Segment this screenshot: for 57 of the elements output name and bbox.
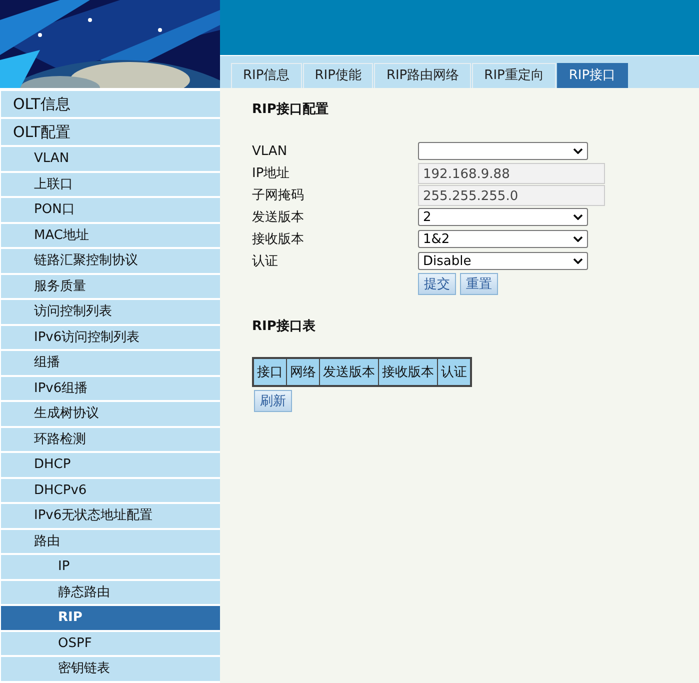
tab[interactable]: RIP接口	[556, 63, 628, 88]
form-button[interactable]: 重置	[460, 273, 498, 295]
sidebar-item[interactable]: 服务质量	[1, 274, 220, 298]
dropdown[interactable]: Disable	[418, 252, 588, 270]
section-title: RIP接口配置	[252, 100, 330, 118]
sidebar-item[interactable]: 密钥链表	[1, 657, 220, 680]
sidebar-item[interactable]: IPv6访问控制列表	[1, 326, 220, 349]
tab[interactable]: RIP重定向	[472, 63, 556, 88]
dropdown-value: Disable	[423, 254, 472, 268]
chevron-icon	[573, 214, 583, 220]
sidebar-item[interactable]: OSPF	[1, 632, 220, 655]
field-label: VLAN	[252, 144, 288, 158]
sidebar-item[interactable]: RIP	[1, 606, 220, 630]
sidebar-item[interactable]: 生成树协议	[1, 402, 220, 426]
field-label: 接收版本	[252, 231, 305, 248]
sidebar-item[interactable]: OLT配置	[1, 119, 220, 145]
sidebar-item[interactable]: MAC地址	[1, 224, 220, 247]
sidebar-item[interactable]: 路由	[1, 530, 220, 553]
sidebar-item[interactable]: IPv6组播	[1, 376, 220, 400]
input-field[interactable]: 255.255.255.0	[418, 184, 605, 206]
sidebar-item[interactable]: PON口	[1, 198, 220, 222]
column-header: 接收版本	[378, 358, 438, 386]
field-label: 认证	[252, 253, 279, 270]
dropdown[interactable]	[418, 142, 588, 160]
sidebar-item[interactable]: 链路汇聚控制协议	[1, 249, 220, 272]
field-label: 发送版本	[252, 209, 305, 226]
sidebar-item[interactable]: 上联口	[1, 172, 220, 196]
chevron-icon	[573, 236, 583, 242]
dropdown-value: 2	[423, 210, 432, 224]
tab[interactable]: RIP使能	[302, 63, 374, 88]
sidebar-item[interactable]: OLT信息	[1, 91, 220, 117]
dropdown[interactable]: 2	[418, 208, 588, 226]
chevron-icon	[573, 258, 583, 264]
tab[interactable]: RIP路由网络	[374, 63, 472, 88]
sidebar-item[interactable]: DHCPv6	[1, 478, 220, 502]
column-header: 认证	[438, 358, 471, 386]
input-field[interactable]: 192.168.9.88	[418, 162, 605, 184]
refresh-button[interactable]: 刷新	[254, 390, 292, 412]
sidebar-item[interactable]: VLAN	[1, 147, 220, 170]
column-header: 接口	[253, 358, 286, 386]
dropdown-value: 1&2	[423, 232, 450, 246]
sidebar-item[interactable]: 静态路由	[1, 580, 220, 604]
field-label: 子网掩码	[252, 187, 305, 204]
tab[interactable]: RIP信息	[231, 63, 302, 88]
sidebar-item[interactable]: 环路检测	[1, 428, 220, 451]
dropdown[interactable]: 1&2	[418, 230, 588, 248]
sidebar-item[interactable]: IP	[1, 555, 220, 578]
form-button[interactable]: 提交	[418, 273, 456, 295]
column-header: 发送版本	[320, 358, 378, 386]
chevron-icon	[573, 148, 583, 154]
sidebar-item[interactable]: 组播	[1, 351, 220, 374]
sidebar-item[interactable]: 访问控制列表	[1, 300, 220, 324]
sidebar-item[interactable]: IPv6无状态地址配置	[1, 504, 220, 528]
column-header: 网络	[286, 358, 320, 386]
section-title: RIP接口表	[252, 318, 316, 335]
field-label: IP地址	[252, 165, 291, 182]
sidebar-item[interactable]: DHCP	[1, 453, 220, 476]
